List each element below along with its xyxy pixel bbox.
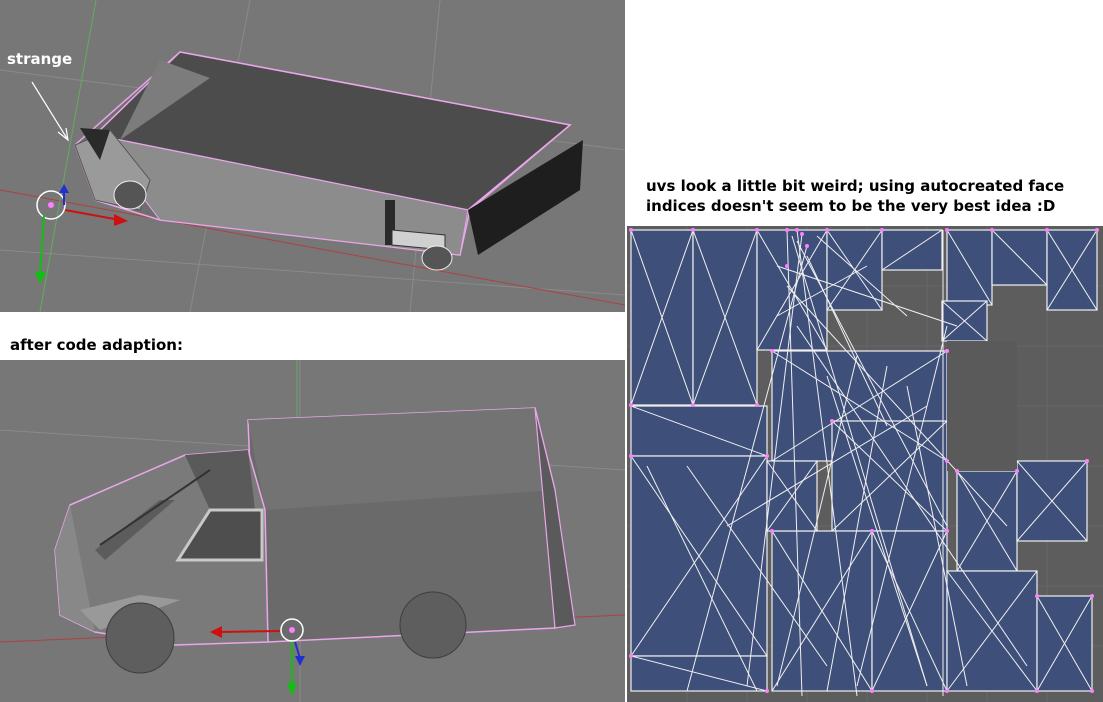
viewport-before-canvas: [0, 0, 625, 312]
viewport-after-canvas: [0, 360, 625, 702]
truck-mesh-after[interactable]: [54, 407, 576, 674]
uv-editor[interactable]: [627, 226, 1103, 702]
uv-islands[interactable]: [630, 229, 1098, 692]
viewport-before[interactable]: strange: [0, 0, 625, 312]
viewport-after[interactable]: [0, 360, 625, 702]
uv-caption: uvs look a little bit weird; using autoc…: [646, 177, 1065, 215]
after-caption: after code adaption:: [10, 336, 183, 354]
strange-label: strange: [7, 50, 73, 68]
truck-mesh-before[interactable]: [74, 51, 583, 271]
uv-editor-canvas: [627, 226, 1103, 702]
annotation-arrow: [31, 81, 69, 142]
uv-empty-area: [947, 341, 1017, 471]
